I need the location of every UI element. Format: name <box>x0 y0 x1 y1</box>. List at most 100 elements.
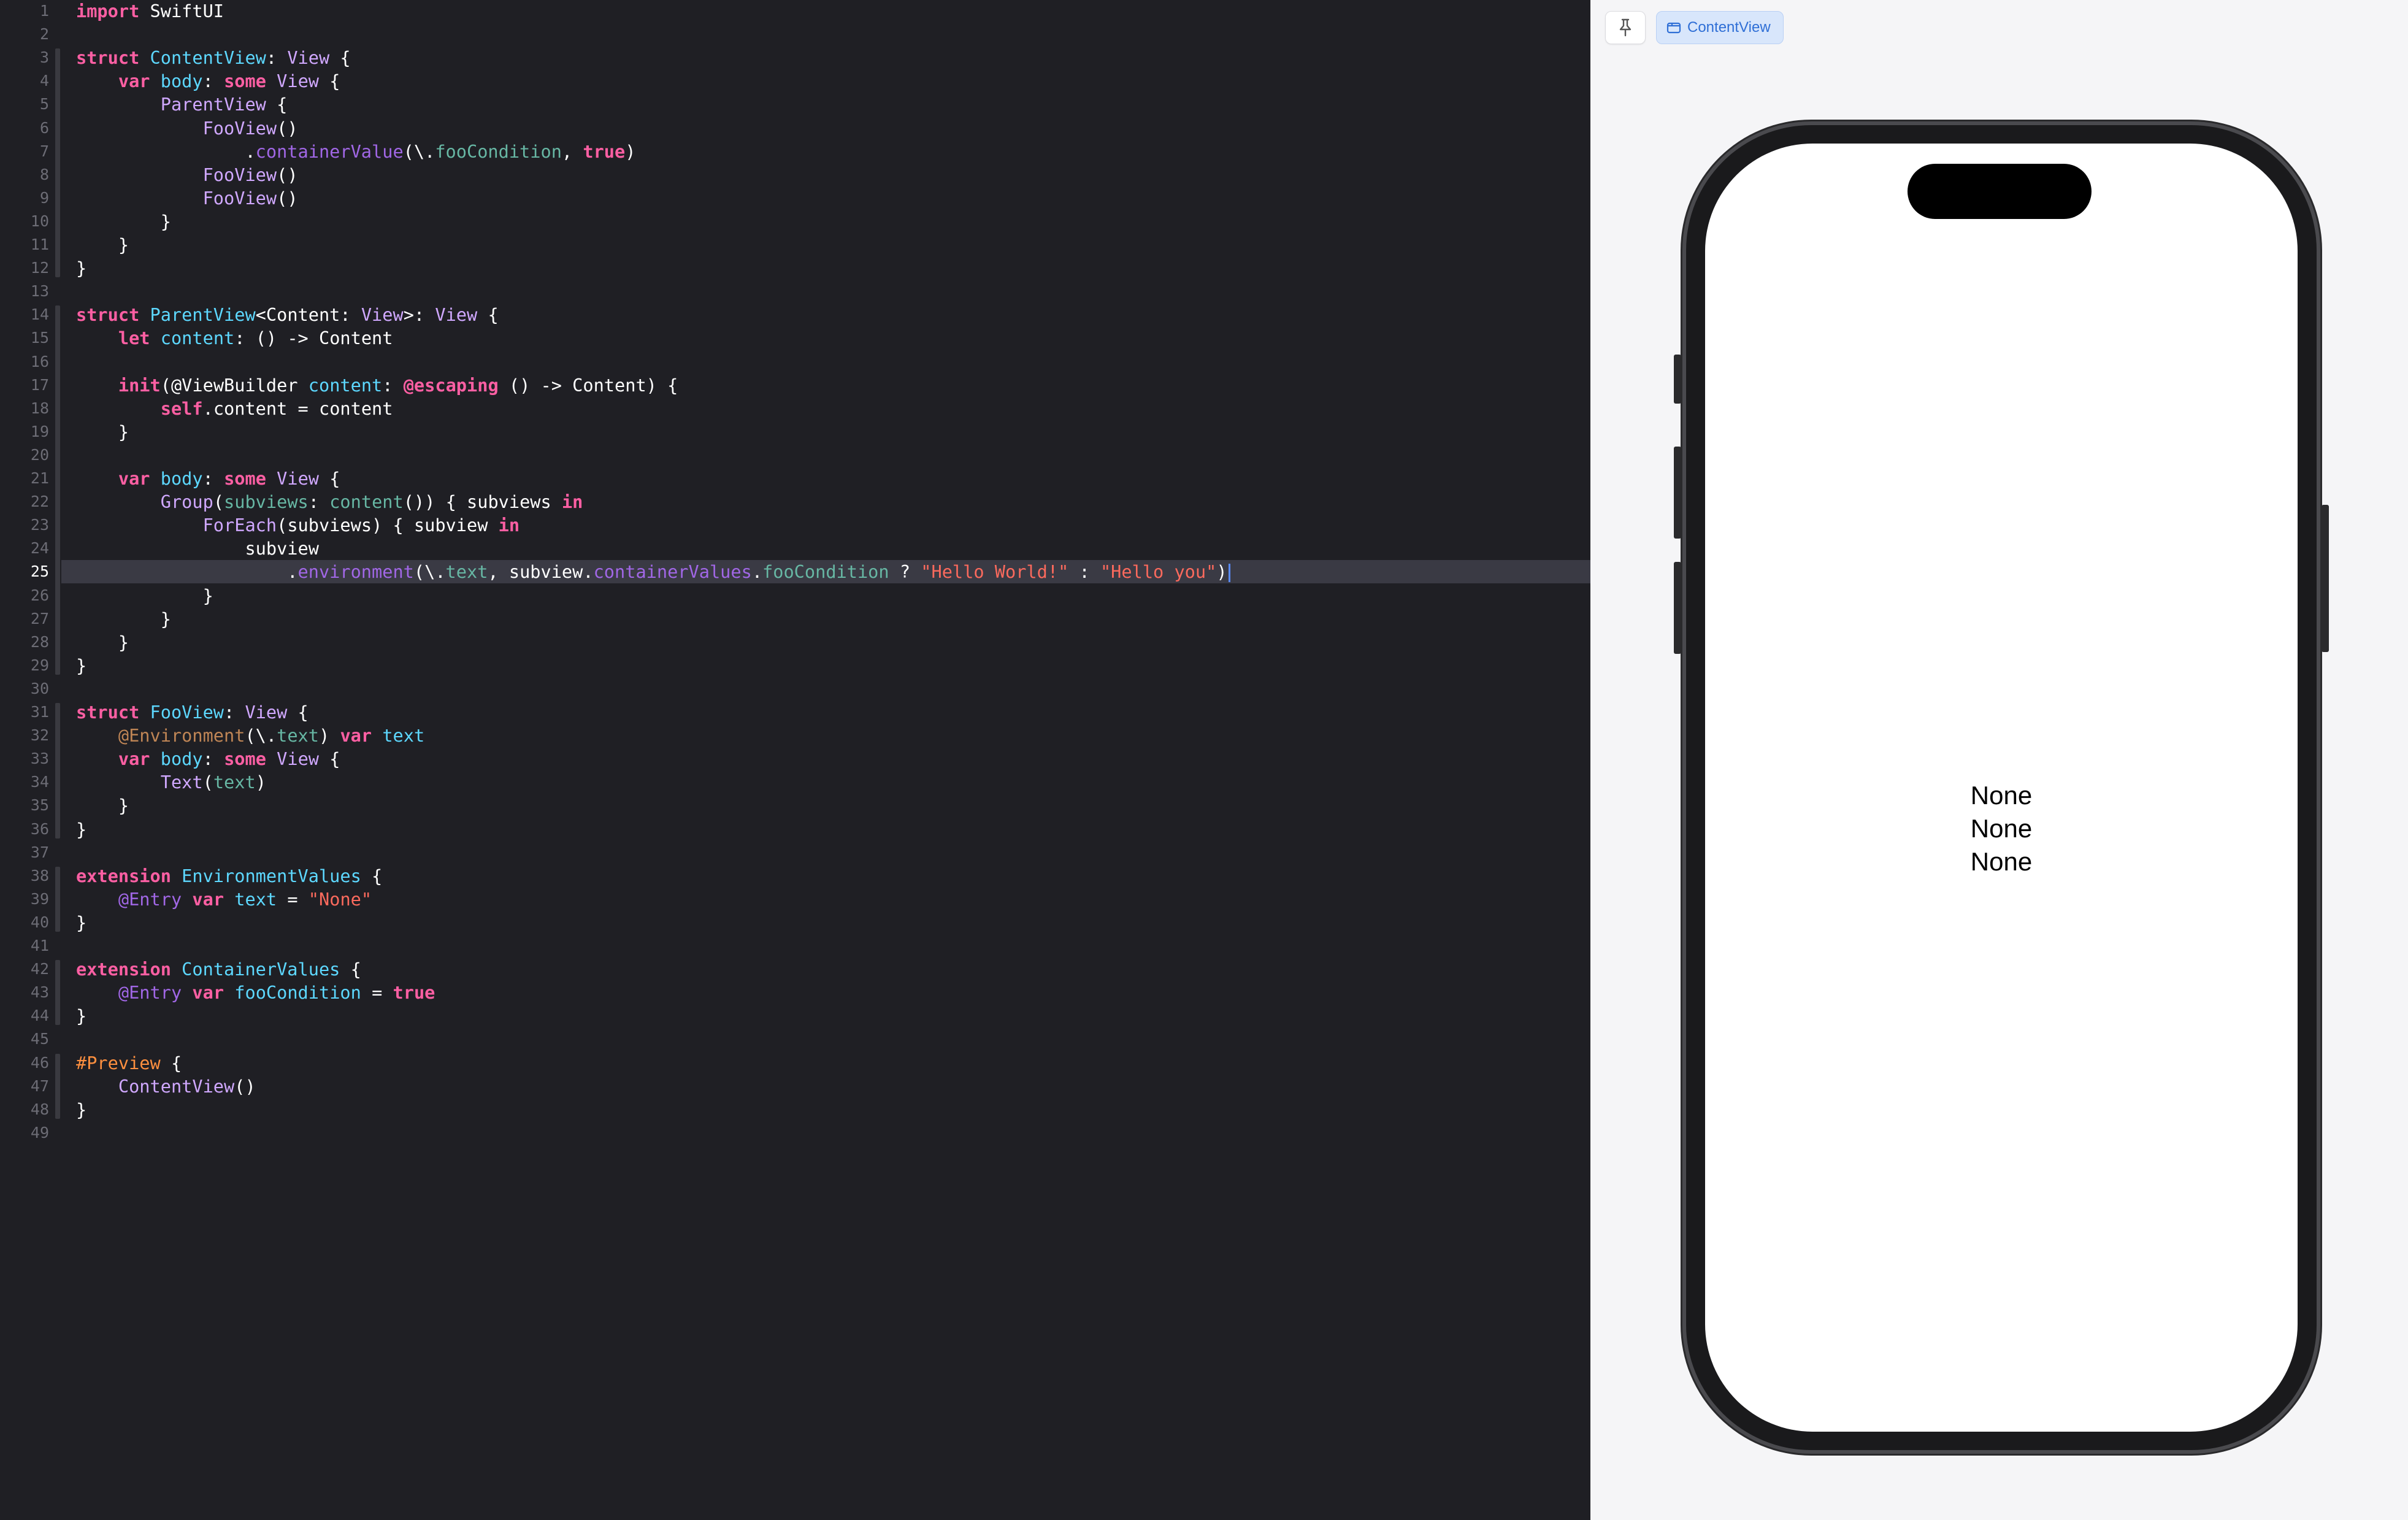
code-line: } <box>76 1098 86 1121</box>
code-token: (subviews) { subview <box>277 515 499 536</box>
scope-indicator <box>55 48 60 278</box>
xcode-window: 1 2 3 4 5 6 7 8 9 10 11 12 13 14 15 16 17 18 19 20 21 22 23 24 2… <box>0 0 2408 1520</box>
code-line: } <box>76 607 171 631</box>
code-line: @Entry var fooCondition = true <box>76 981 435 1004</box>
code-text-area[interactable]: import SwiftUI struct ContentView: View {… <box>76 0 1590 1520</box>
code-line: ContentView() <box>76 1075 256 1098</box>
code-token: View <box>277 748 320 770</box>
line-number: 25 <box>30 562 49 581</box>
code-token: View <box>435 304 478 326</box>
code-token: @Entry <box>118 982 182 1004</box>
code-token: body <box>160 468 203 489</box>
code-token: EnvironmentValues <box>182 865 361 886</box>
preview-tab-contentview[interactable]: ContentView <box>1656 11 1784 44</box>
code-token: View <box>361 304 404 326</box>
code-token: } <box>76 818 87 840</box>
code-line: extension EnvironmentValues { <box>76 864 382 888</box>
code-token: } <box>76 234 129 255</box>
code-line: @Entry var text = "None" <box>76 888 372 911</box>
line-number: 23 <box>30 516 49 534</box>
pin-preview-button[interactable] <box>1605 11 1646 44</box>
code-token: : <box>224 702 245 723</box>
line-number: 16 <box>30 352 49 370</box>
code-token: } <box>76 421 129 442</box>
code-token: SwiftUI <box>139 1 224 21</box>
code-token: text <box>382 725 425 747</box>
code-token: Text <box>160 772 203 793</box>
code-token: fooCondition <box>234 982 361 1004</box>
code-token: ( <box>213 491 224 513</box>
code-line: FooView() <box>76 163 298 186</box>
code-editor[interactable]: 1 2 3 4 5 6 7 8 9 10 11 12 13 14 15 16 17 18 19 20 21 22 23 24 2… <box>0 0 1590 1520</box>
code-token: ? <box>889 561 921 583</box>
line-number: 31 <box>30 703 49 721</box>
line-number: 27 <box>30 609 49 628</box>
scope-indicator <box>55 703 60 839</box>
code-token: FooView <box>202 187 277 209</box>
code-line: import SwiftUI <box>76 0 224 23</box>
code-token: import <box>76 1 140 21</box>
code-token: .content = content <box>202 397 393 419</box>
code-token: (\. <box>245 725 277 747</box>
code-token: { <box>319 71 340 92</box>
code-token: containerValue <box>255 140 404 162</box>
code-token: var <box>118 468 150 489</box>
code-token: content <box>329 491 404 513</box>
code-token: fooCondition <box>762 561 889 583</box>
code-token: . <box>76 561 298 583</box>
code-line: } <box>76 256 86 280</box>
code-token: containerValues <box>593 561 752 583</box>
line-number: 11 <box>30 236 49 253</box>
line-number: 18 <box>30 399 49 417</box>
code-token: { <box>477 304 499 326</box>
code-token: } <box>76 1099 87 1120</box>
code-line: } <box>76 584 213 607</box>
line-number: 13 <box>30 282 49 301</box>
code-token: () <box>277 187 298 209</box>
scope-indicator <box>55 305 60 675</box>
code-line: #Preview { <box>76 1051 182 1075</box>
line-number: 49 <box>30 1123 49 1142</box>
line-number: 28 <box>30 632 49 651</box>
foo-view-text: None <box>1970 814 2033 843</box>
code-token: body <box>160 748 203 770</box>
code-token: ( <box>202 772 213 793</box>
side-button <box>2322 505 2329 652</box>
scope-indicator <box>55 960 60 1026</box>
volume-up-button <box>1674 447 1681 539</box>
code-token: , subview. <box>488 561 594 583</box>
code-line: struct ParentView<Content: View>: View { <box>76 303 499 326</box>
code-line: @Environment(\.text) var text <box>76 724 424 747</box>
simulator-screen[interactable]: None None None <box>1705 144 2298 1432</box>
code-token: var <box>192 982 224 1004</box>
line-number: 48 <box>30 1100 49 1118</box>
code-token: subview <box>76 538 319 559</box>
code-line: struct FooView: View { <box>76 701 309 724</box>
line-number: 45 <box>30 1030 49 1048</box>
code-token: struct <box>76 304 140 326</box>
code-token: : () -> Content <box>234 328 393 349</box>
code-token: : <box>266 47 288 69</box>
code-line: var body: some View { <box>76 69 340 93</box>
code-token: View <box>245 702 288 723</box>
line-number: 15 <box>30 329 49 347</box>
code-token: () <box>277 164 298 185</box>
code-token: content <box>160 328 235 349</box>
code-line: .containerValue(\.fooCondition, true) <box>76 140 635 163</box>
line-number: 17 <box>30 375 49 394</box>
code-token: some <box>224 71 266 92</box>
code-token: : <box>202 71 224 92</box>
foo-view-text: None <box>1970 847 2033 876</box>
line-number: 38 <box>30 866 49 885</box>
